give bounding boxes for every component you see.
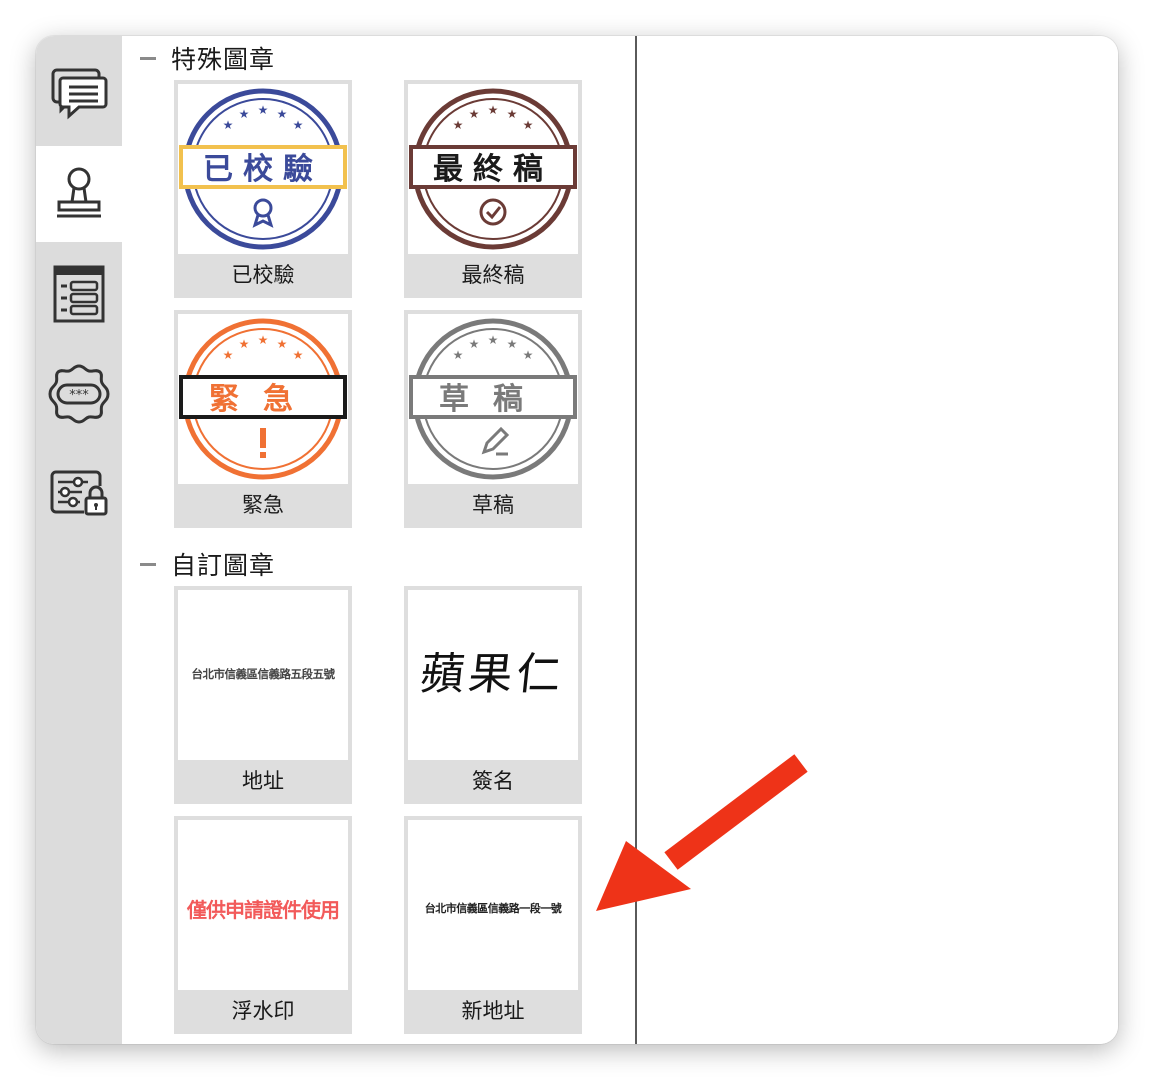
special-section-header[interactable]: 特殊圖章 <box>140 40 275 76</box>
collapse-icon[interactable] <box>140 562 156 566</box>
stamp-icon <box>57 167 101 218</box>
section-title: 自訂圖章 <box>171 551 276 580</box>
stamp-text: 台北市信義區信義路五段五號 <box>191 667 336 681</box>
svg-text:★: ★ <box>277 107 288 121</box>
stamp-window: *** 特殊圖章 ★ ★ ★ ★ ★ 已校驗 已校驗 ★ ★ ★ ★ ★ 最終稿… <box>36 36 1118 1044</box>
svg-text:★: ★ <box>469 337 480 351</box>
stamp-text: 緊急 <box>209 382 317 417</box>
svg-text:★: ★ <box>453 348 464 362</box>
comments-button[interactable] <box>36 46 122 142</box>
stamp-tile-signature[interactable]: 蘋果仁 簽名 <box>404 586 582 804</box>
stamp-label: 緊急 <box>242 493 284 517</box>
svg-text:★: ★ <box>507 337 518 351</box>
stamp-image: 蘋果仁 <box>408 590 578 760</box>
stamp-text: 草稿 <box>439 382 547 417</box>
collapse-icon[interactable] <box>140 56 156 60</box>
stamp-label: 新地址 <box>461 999 525 1023</box>
stamp-text: 最終稿 <box>433 152 553 187</box>
stamp-image: ★ ★ ★ ★ ★ 草稿 <box>408 314 578 484</box>
svg-text:★: ★ <box>523 348 534 362</box>
stamp-label: 浮水印 <box>231 999 295 1023</box>
svg-text:★: ★ <box>223 348 234 362</box>
stamp-label: 最終稿 <box>461 263 525 287</box>
stamp-tile-watermark[interactable]: 僅供申請證件使用 浮水印 <box>174 816 352 1034</box>
stamp-button[interactable] <box>36 146 122 242</box>
stamp-label: 草稿 <box>472 493 514 517</box>
form-list-icon <box>53 265 105 323</box>
stamp-image: 台北市信義區信義路五段五號 <box>178 590 348 760</box>
stamp-label: 地址 <box>242 769 284 793</box>
form-list-button[interactable] <box>36 246 122 342</box>
svg-text:★: ★ <box>239 337 250 351</box>
stamp-tile-draft[interactable]: ★ ★ ★ ★ ★ 草稿 草稿 <box>404 310 582 528</box>
svg-text:★: ★ <box>523 118 534 132</box>
settings-lock-icon <box>50 470 108 516</box>
svg-text:★: ★ <box>469 107 480 121</box>
svg-text:★: ★ <box>277 337 288 351</box>
watermark-text: 僅供申請證件使用 <box>187 898 340 922</box>
stamp-tile-verified[interactable]: ★ ★ ★ ★ ★ 已校驗 已校驗 <box>174 80 352 298</box>
svg-text:★: ★ <box>258 333 269 347</box>
svg-text:★: ★ <box>488 103 499 117</box>
svg-text:★: ★ <box>453 118 464 132</box>
signature-text: 蘋果仁 <box>417 649 568 700</box>
svg-text:★: ★ <box>258 103 269 117</box>
svg-text:★: ★ <box>293 118 304 132</box>
svg-text:★: ★ <box>507 107 518 121</box>
svg-text:***: *** <box>69 388 89 403</box>
stamp-label: 簽名 <box>472 769 514 793</box>
stamp-tile-new-address[interactable]: 台北市信義區信義路一段一號 新地址 <box>404 816 582 1034</box>
custom-section-header[interactable]: 自訂圖章 <box>140 546 275 582</box>
svg-text:★: ★ <box>293 348 304 362</box>
stamp-panel: 特殊圖章 ★ ★ ★ ★ ★ 已校驗 已校驗 ★ ★ ★ ★ ★ 最終稿 最終稿… <box>122 36 635 1044</box>
stamp-label: 已校驗 <box>231 263 295 287</box>
security-settings-button[interactable] <box>36 446 122 542</box>
stamp-image: 僅供申請證件使用 <box>178 820 348 990</box>
stamp-tile-urgent[interactable]: ★ ★ ★ ★ ★ 緊急 緊急 <box>174 310 352 528</box>
svg-text:★: ★ <box>223 118 234 132</box>
svg-text:★: ★ <box>488 333 499 347</box>
badge-password-icon: *** <box>48 364 110 424</box>
stamp-text: 台北市信義區信義路一段一號 <box>424 902 562 915</box>
comments-icon <box>51 68 108 120</box>
stamp-tile-final[interactable]: ★ ★ ★ ★ ★ 最終稿 最終稿 <box>404 80 582 298</box>
stamp-tile-address[interactable]: 台北市信義區信義路五段五號 地址 <box>174 586 352 804</box>
stamp-image: ★ ★ ★ ★ ★ 最終稿 <box>408 84 578 254</box>
svg-text:★: ★ <box>239 107 250 121</box>
annotation-arrow-icon <box>596 754 808 911</box>
badge-button[interactable]: *** <box>36 346 122 442</box>
stamp-image: ★ ★ ★ ★ ★ 已校驗 <box>178 84 348 254</box>
stamp-text: 已校驗 <box>203 152 323 187</box>
stamp-image: ★ ★ ★ ★ ★ 緊急 <box>178 314 348 484</box>
stamp-image: 台北市信義區信義路一段一號 <box>408 820 578 990</box>
section-title: 特殊圖章 <box>171 45 276 74</box>
sidebar: *** <box>36 36 122 1044</box>
